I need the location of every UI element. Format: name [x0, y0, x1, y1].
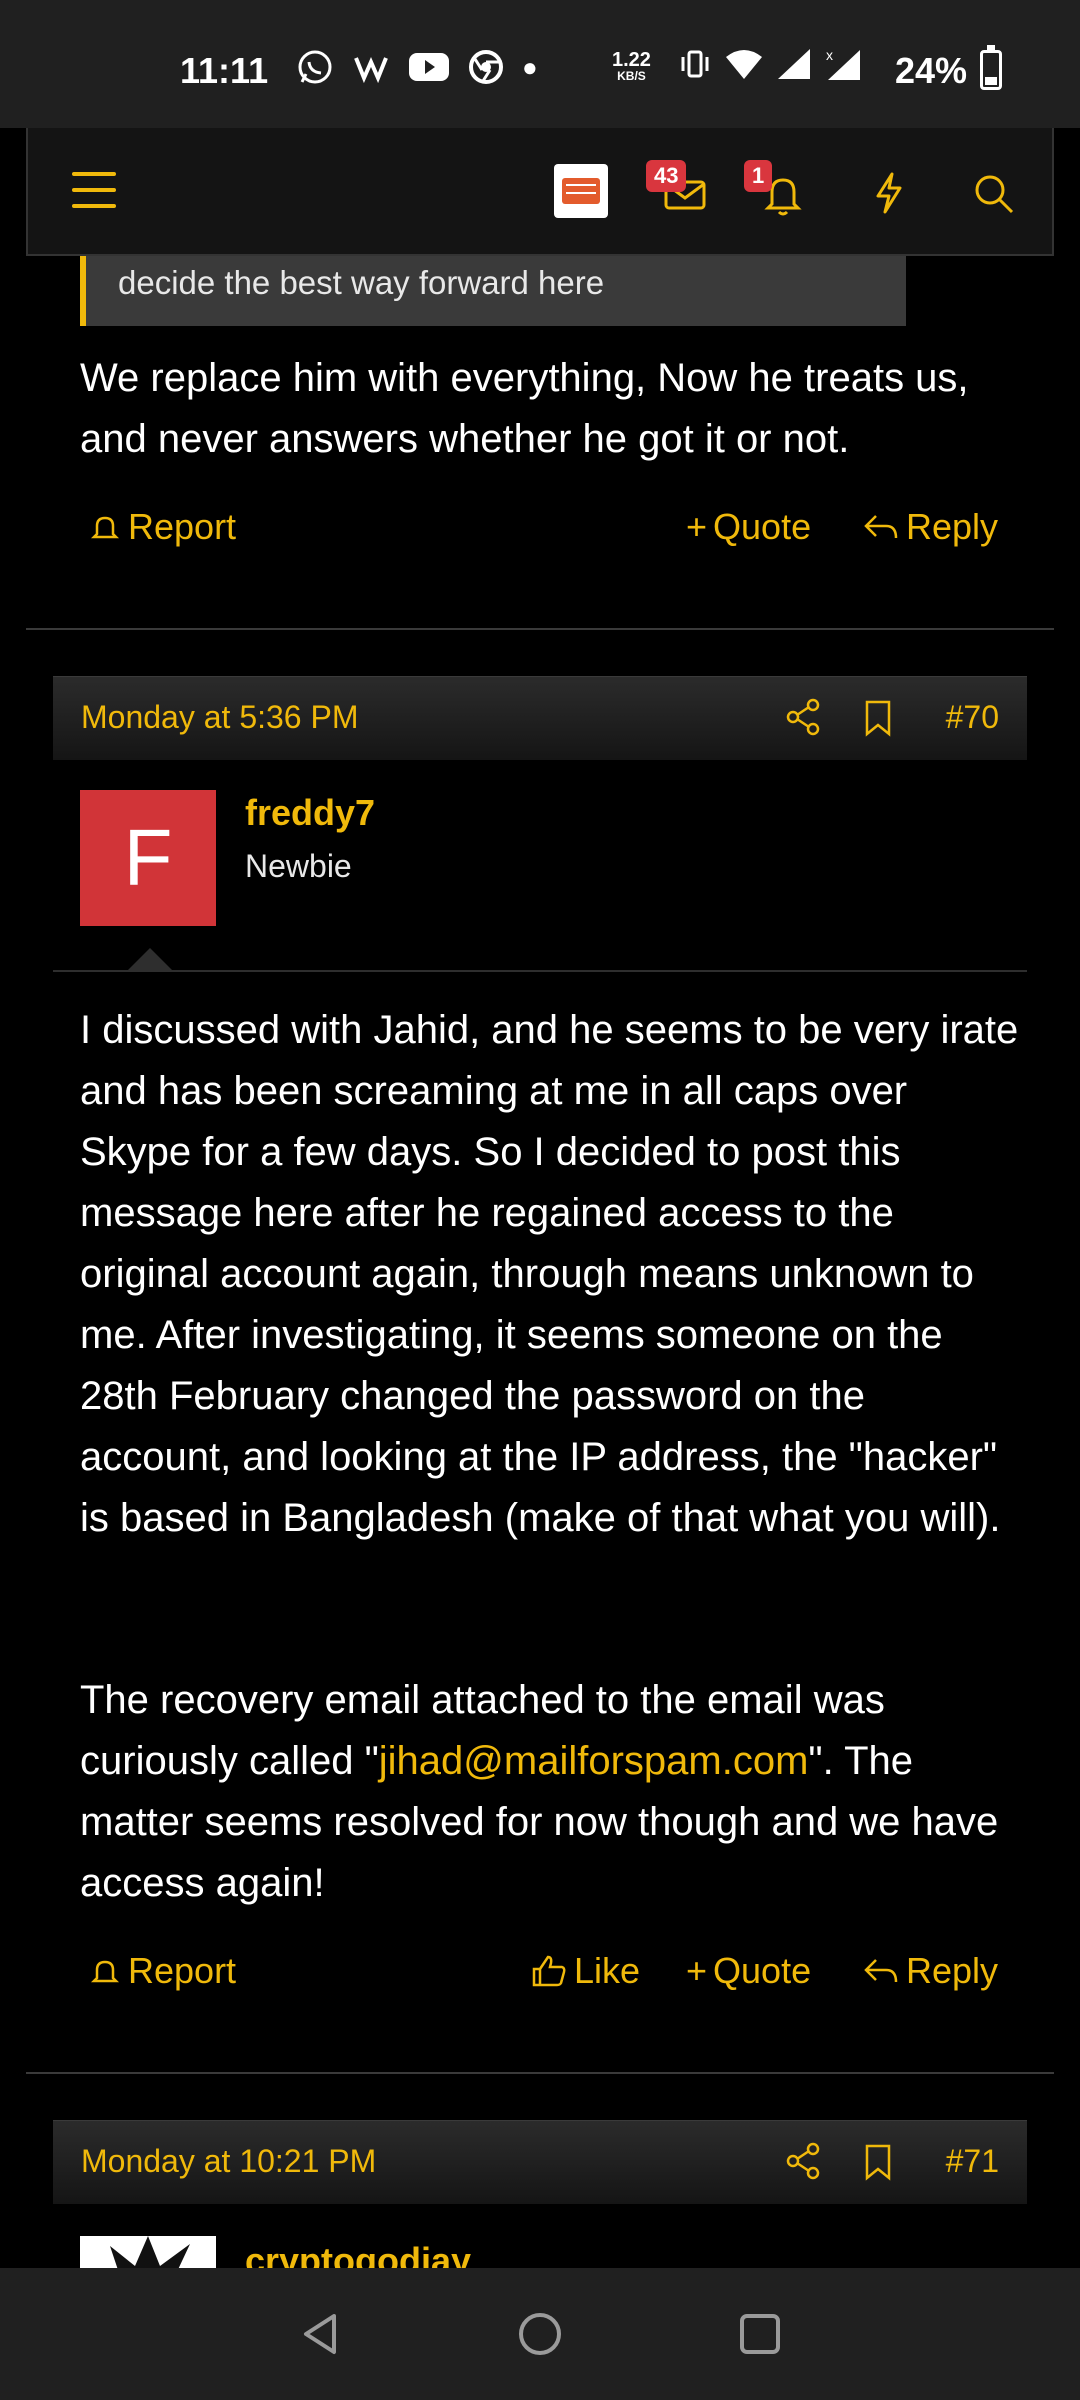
battery-percent: 24% [895, 50, 968, 91]
post-actions: Report Like + Quote Reply [80, 1950, 1000, 2010]
app-icon [354, 57, 388, 84]
report-button[interactable]: Report [88, 1950, 236, 1992]
system-nav-bar [0, 2268, 1080, 2400]
report-label: Report [128, 506, 237, 547]
post-body: We replace him with everything, Now he t… [80, 356, 969, 461]
bookmark-icon[interactable] [863, 2143, 893, 2181]
system-icons: x [678, 46, 864, 82]
back-icon[interactable] [292, 2304, 352, 2364]
plus-icon: + [686, 506, 708, 547]
user-title: Newbie [245, 848, 352, 884]
post-actions: Report + Quote Reply [80, 506, 1000, 566]
quote-button[interactable]: + Quote [686, 1950, 811, 1992]
status-time: 11:11 [180, 50, 269, 91]
more-dot-icon: ● [522, 51, 538, 82]
whats-new-button[interactable] [864, 168, 914, 218]
reply-label: Reply [906, 506, 999, 547]
vibrate-icon [681, 50, 709, 78]
svg-text:x: x [826, 47, 833, 63]
post-body-paragraph-2: The recovery email attached to the email… [80, 1670, 1020, 1914]
inbox-button[interactable]: 43 [646, 160, 710, 218]
notification-icons: ● [296, 48, 538, 86]
alerts-button[interactable]: 1 [744, 160, 808, 218]
battery-icon [980, 45, 1002, 90]
user-divider [53, 970, 1027, 972]
post-number[interactable]: #71 [946, 2143, 999, 2180]
post-header: Monday at 10:21 PM #71 [53, 2120, 1027, 2204]
alerts-badge: 1 [744, 160, 773, 192]
report-button[interactable]: Report [88, 506, 236, 548]
net-speed-value: 1.22 [612, 49, 651, 71]
bell-icon [90, 1960, 120, 1983]
quote-block: decide the best way forward here [80, 256, 906, 326]
share-icon[interactable] [783, 697, 823, 737]
user-block-arrow [128, 948, 172, 970]
signal-x-icon: x [826, 47, 860, 80]
avatar[interactable]: F [80, 790, 216, 926]
bookmark-icon[interactable] [863, 699, 893, 737]
plus-icon: + [686, 1950, 708, 1991]
quote-label: Quote [713, 1950, 812, 1991]
quote-text: decide the best way forward here [118, 264, 605, 301]
like-button[interactable]: Like [530, 1950, 640, 1992]
avatar-letter: F [123, 813, 173, 902]
thumbs-up-icon [532, 1955, 566, 1987]
net-speed-unit: KB/S [617, 69, 646, 83]
inbox-badge: 43 [646, 160, 687, 192]
email-link[interactable]: jihad@mailforspam.com [379, 1739, 809, 1783]
post-number[interactable]: #70 [946, 699, 999, 736]
report-label: Report [128, 1950, 237, 1991]
post-divider [26, 628, 1054, 630]
quote-button[interactable]: + Quote [686, 506, 811, 548]
quote-label: Quote [713, 506, 812, 547]
youtube-icon [409, 53, 449, 81]
reply-button[interactable]: Reply [862, 1950, 998, 1992]
bell-icon [90, 516, 120, 539]
lightning-icon [876, 172, 902, 214]
net-speed: 1.22 KB/S [612, 49, 651, 84]
reply-label: Reply [906, 1950, 999, 1991]
username[interactable]: freddy7 [245, 792, 375, 834]
recents-icon[interactable] [730, 2304, 790, 2364]
whatsapp-icon [298, 50, 332, 84]
home-icon[interactable] [510, 2304, 570, 2364]
chrome-icon [469, 50, 503, 84]
reply-icon [864, 1959, 898, 1983]
menu-icon[interactable] [72, 172, 116, 208]
post-date[interactable]: Monday at 5:36 PM [81, 699, 358, 736]
forum-header: 43 1 [26, 128, 1054, 256]
like-label: Like [574, 1950, 641, 1991]
search-button[interactable] [968, 168, 1018, 218]
wifi-icon [726, 50, 762, 79]
post-date[interactable]: Monday at 10:21 PM [81, 2143, 376, 2180]
signal-icon [778, 49, 810, 79]
search-icon [975, 175, 1014, 214]
shop-icon[interactable] [554, 164, 608, 218]
post-body-paragraph-1: I discussed with Jahid, and he seems to … [80, 1008, 1019, 1540]
share-icon[interactable] [783, 2141, 823, 2181]
post-header: Monday at 5:36 PM #70 [53, 676, 1027, 760]
status-bar: 11:11 ● 1.22 KB/S x 24% [0, 0, 1080, 128]
reply-button[interactable]: Reply [862, 506, 998, 548]
post-divider [26, 2072, 1054, 2074]
reply-icon [864, 515, 898, 539]
